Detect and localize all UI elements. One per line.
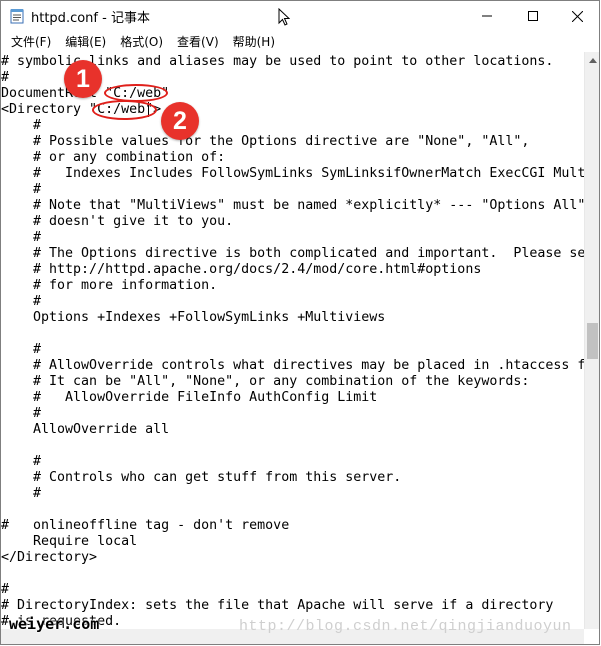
mouse-pointer-icon: [278, 8, 290, 26]
editor-line: </Directory>: [1, 550, 98, 565]
notepad-window: httpd.conf - 记事本 文件(F) 编辑(E) 格式(O) 查看(V)…: [0, 0, 600, 645]
menu-edit[interactable]: 编辑(E): [58, 32, 113, 52]
editor-line: # for more information.: [1, 278, 218, 293]
menu-help[interactable]: 帮助(H): [226, 32, 282, 52]
editor-line: # http://httpd.apache.org/docs/2.4/mod/c…: [1, 262, 482, 277]
vertical-scrollbar[interactable]: [584, 52, 599, 629]
editor-line: #: [1, 486, 42, 501]
title-bar[interactable]: httpd.conf - 记事本: [1, 1, 599, 31]
editor-line: #: [1, 70, 10, 85]
scroll-up-arrow-icon: [589, 57, 597, 63]
editor-line: # It can be "All", "None", or any combin…: [1, 374, 530, 389]
scroll-thumb[interactable]: [587, 323, 598, 359]
close-icon: [571, 10, 583, 22]
editor-line: #: [1, 294, 42, 309]
editor-line: #: [1, 582, 10, 597]
editor-line: # doesn't give it to you.: [1, 214, 234, 229]
editor-line: # AllowOverride FileInfo AuthConfig Limi…: [1, 390, 378, 405]
menu-file[interactable]: 文件(F): [4, 32, 58, 52]
editor-line: # onlineoffline tag - don't remove: [1, 518, 290, 533]
menu-bar: 文件(F) 编辑(E) 格式(O) 查看(V) 帮助(H): [1, 31, 599, 52]
annotation-ellipse-documentroot: [104, 84, 168, 102]
watermark-right: http://blog.csdn.net/qingjianduoyun: [239, 618, 572, 635]
editor-line: Options +Indexes +FollowSymLinks +Multiv…: [1, 310, 386, 325]
window-title: httpd.conf - 记事本: [31, 11, 150, 26]
editor-line: # AllowOverride controls what directives…: [1, 358, 584, 373]
menu-view[interactable]: 查看(V): [170, 32, 226, 52]
editor-line: # Possible values for the Options direct…: [1, 134, 530, 149]
editor-line: #: [1, 406, 42, 421]
editor-line: #: [1, 230, 42, 245]
minimize-button[interactable]: [464, 1, 510, 31]
annotation-badge-2: 2: [161, 102, 199, 140]
maximize-icon: [528, 11, 538, 21]
editor-line: #: [1, 342, 42, 357]
menu-format[interactable]: 格式(O): [113, 32, 170, 52]
maximize-button[interactable]: [510, 1, 556, 31]
editor-line: #: [1, 454, 42, 469]
minimize-icon: [482, 15, 492, 17]
annotation-ellipse-directory: [92, 100, 157, 120]
editor-line: # Note that "MultiViews" must be named *…: [1, 198, 584, 213]
editor-line: #: [1, 118, 42, 133]
watermark-left: weiyer.com: [9, 615, 100, 633]
text-editor-area[interactable]: # symbolic links and aliases may be used…: [1, 52, 584, 629]
close-button[interactable]: [554, 1, 599, 31]
editor-line: # DirectoryIndex: sets the file that Apa…: [1, 598, 554, 613]
editor-line: # Controls who can get stuff from this s…: [1, 470, 402, 485]
editor-line: # The Options directive is both complica…: [1, 246, 584, 261]
editor-line: AllowOverride all: [1, 422, 170, 437]
editor-line: #: [1, 182, 42, 197]
editor-line: Require local: [1, 534, 138, 549]
notepad-icon: [10, 9, 24, 24]
editor-line: # Indexes Includes FollowSymLinks SymLin…: [1, 166, 584, 181]
scroll-up-button[interactable]: [585, 52, 599, 68]
editor-line: # or any combination of:: [1, 150, 226, 165]
annotation-badge-1: 1: [64, 60, 102, 98]
